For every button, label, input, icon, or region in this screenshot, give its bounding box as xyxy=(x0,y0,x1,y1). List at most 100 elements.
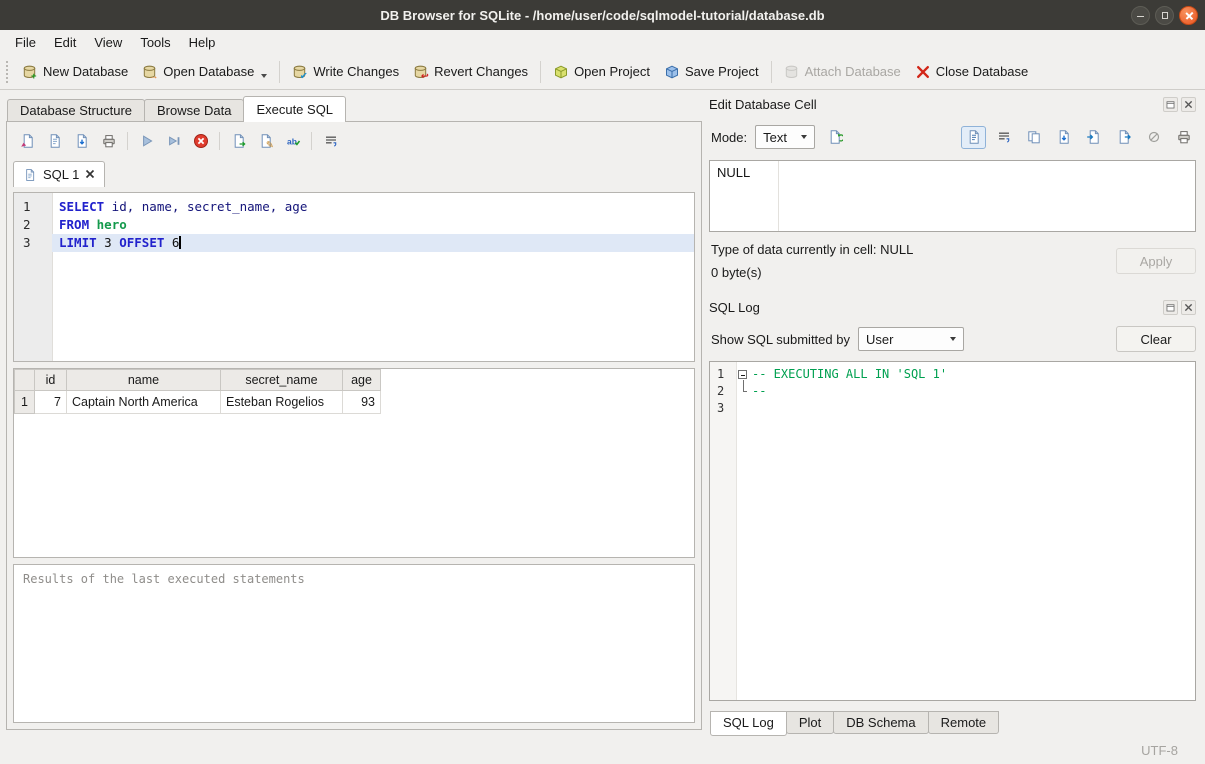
code-line-2[interactable]: 2FROM hero xyxy=(14,216,694,234)
tab-browse-data[interactable]: Browse Data xyxy=(144,99,244,122)
encoding-label: UTF-8 xyxy=(1141,743,1178,758)
log-filter-combobox[interactable]: User xyxy=(858,327,964,351)
save-as-icon[interactable] xyxy=(1051,126,1076,149)
cell-info-row: Type of data currently in cell: NULL 0 b… xyxy=(709,232,1196,292)
toolbar-button-label: Close Database xyxy=(936,64,1029,79)
open-sql-new-tab-icon[interactable] xyxy=(15,129,40,152)
tab-database-structure[interactable]: Database Structure xyxy=(7,99,145,122)
toolbar-button-save-project[interactable]: Save Project xyxy=(657,60,766,84)
table-cell[interactable]: 93 xyxy=(343,391,381,414)
table-cell[interactable]: Captain North America xyxy=(67,391,221,414)
log-line-1: 1-- EXECUTING ALL IN 'SQL 1' xyxy=(710,366,1195,383)
code-line-3[interactable]: 3LIMIT 3 OFFSET 6 xyxy=(14,234,694,252)
results-corner-cell[interactable] xyxy=(15,370,35,391)
fold-marker-icon[interactable] xyxy=(736,366,752,383)
column-header-name[interactable]: name xyxy=(67,370,221,391)
toolbar-button-label: Attach Database xyxy=(805,64,901,79)
toolbar-button-label: Revert Changes xyxy=(434,64,528,79)
toolbar-button-new-database[interactable]: +New Database xyxy=(15,60,135,84)
print-icon[interactable] xyxy=(1171,126,1196,149)
autocomplete-icon[interactable]: ab xyxy=(280,129,305,152)
fold-column xyxy=(736,400,752,417)
tab-close-icon[interactable] xyxy=(85,167,95,182)
svg-text:+: + xyxy=(31,71,37,80)
menu-item-edit[interactable]: Edit xyxy=(45,32,85,53)
stop-icon[interactable] xyxy=(188,129,213,152)
menu-item-file[interactable]: File xyxy=(6,32,45,53)
clear-log-button[interactable]: Clear xyxy=(1116,326,1196,352)
save-as-view-icon[interactable]: ✎ xyxy=(253,129,278,152)
copy-cell-icon[interactable] xyxy=(1021,126,1046,149)
tab-sql-log[interactable]: SQL Log xyxy=(710,711,787,736)
table-cell[interactable]: Esteban Rogelios xyxy=(221,391,343,414)
open-database-icon: → xyxy=(142,64,158,80)
auto-switch-mode-icon[interactable] xyxy=(823,126,848,149)
mode-label: Mode: xyxy=(711,130,747,145)
word-wrap-icon[interactable] xyxy=(991,126,1016,149)
row-number[interactable]: 1 xyxy=(15,391,35,414)
open-sql-file-icon[interactable] xyxy=(42,129,67,152)
log-line-number: 1 xyxy=(710,366,736,383)
toolbar-button-revert-changes[interactable]: ↩ Revert Changes xyxy=(406,60,535,84)
menu-item-view[interactable]: View xyxy=(85,32,131,53)
sql-log-view[interactable]: 1-- EXECUTING ALL IN 'SQL 1'2--3 xyxy=(709,361,1196,701)
import-data-icon[interactable] xyxy=(1081,126,1106,149)
new-database-icon: + xyxy=(22,64,38,80)
log-dock-close-button[interactable] xyxy=(1181,300,1196,315)
column-header-id[interactable]: id xyxy=(35,370,67,391)
sql-editor-code[interactable]: 1SELECT id, name, secret_name, age2FROM … xyxy=(13,192,695,362)
code-line-1[interactable]: 1SELECT id, name, secret_name, age xyxy=(14,198,694,216)
tab-remote[interactable]: Remote xyxy=(928,711,1000,734)
set-null-icon[interactable] xyxy=(1141,126,1166,149)
text-document-icon[interactable] xyxy=(961,126,986,149)
export-data-icon[interactable] xyxy=(1111,126,1136,149)
tab-execute-sql[interactable]: Execute SQL xyxy=(243,96,346,122)
tab-plot[interactable]: Plot xyxy=(786,711,834,734)
app-window: DB Browser for SQLite - /home/user/code/… xyxy=(0,0,1205,764)
cell-editor[interactable]: NULL xyxy=(709,160,1196,232)
close-button[interactable] xyxy=(1179,6,1198,25)
toolbar-separator xyxy=(219,132,220,150)
cell-size-info: 0 byte(s) xyxy=(711,265,913,280)
table-cell[interactable]: 7 xyxy=(35,391,67,414)
toolbar-button-write-changes[interactable]: ✔Write Changes xyxy=(285,60,406,84)
minimize-button[interactable] xyxy=(1131,6,1150,25)
toolbar-separator xyxy=(127,132,128,150)
column-header-age[interactable]: age xyxy=(343,370,381,391)
toolbar-button-open-database[interactable]: →Open Database xyxy=(135,60,274,84)
minimize-icon xyxy=(1137,16,1144,18)
execute-sql-panel: ✎ab SQL 1 1SELECT id, name, secret_name,… xyxy=(6,121,702,730)
svg-text:↩: ↩ xyxy=(421,71,429,80)
word-wrap-icon[interactable] xyxy=(318,129,343,152)
results-header-row: idnamesecret_nameage xyxy=(15,370,381,391)
toolbar-separator xyxy=(279,61,280,83)
log-filter-label: Show SQL submitted by xyxy=(711,332,850,347)
toolbar-button-open-project[interactable]: Open Project xyxy=(546,60,657,84)
toolbar-handle[interactable] xyxy=(6,61,11,83)
toolbar-separator xyxy=(540,61,541,83)
column-header-secret-name[interactable]: secret_name xyxy=(221,370,343,391)
titlebar: DB Browser for SQLite - /home/user/code/… xyxy=(0,0,1205,30)
maximize-button[interactable] xyxy=(1155,6,1174,25)
mode-combobox[interactable]: Text xyxy=(755,125,815,149)
execute-all-icon[interactable] xyxy=(134,129,159,152)
fold-marker-icon xyxy=(736,383,752,400)
export-sql-icon[interactable] xyxy=(226,129,251,152)
code-text: FROM hero xyxy=(52,216,694,234)
status-bar: UTF-8 xyxy=(0,737,1205,764)
sql-editor-toolbar: ✎ab xyxy=(13,127,695,154)
tab-db-schema[interactable]: DB Schema xyxy=(833,711,928,734)
cell-value: NULL xyxy=(717,165,750,180)
dropdown-arrow-icon[interactable] xyxy=(261,74,267,78)
print-icon[interactable] xyxy=(96,129,121,152)
toolbar-button-close-database[interactable]: Close Database xyxy=(908,60,1036,84)
dock-float-button[interactable] xyxy=(1163,97,1178,112)
execute-line-icon[interactable] xyxy=(161,129,186,152)
sql-doc-tab[interactable]: SQL 1 xyxy=(13,161,105,187)
menu-item-help[interactable]: Help xyxy=(180,32,225,53)
menu-item-tools[interactable]: Tools xyxy=(131,32,179,53)
log-dock-float-button[interactable] xyxy=(1163,300,1178,315)
dock-close-button[interactable] xyxy=(1181,97,1196,112)
attach-database-icon xyxy=(784,64,800,80)
save-sql-file-icon[interactable] xyxy=(69,129,94,152)
